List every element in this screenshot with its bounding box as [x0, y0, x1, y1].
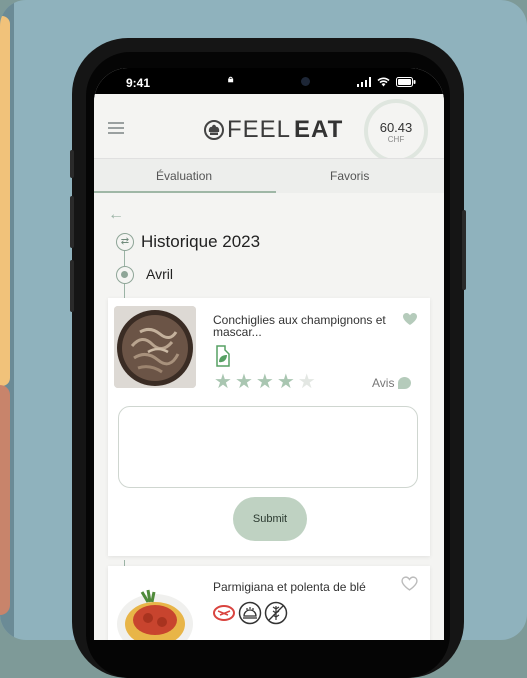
left-edge-yellow	[0, 16, 10, 386]
phone-side-button	[70, 150, 74, 178]
heart-outline-icon[interactable]	[401, 576, 418, 591]
vegetarian-icon	[216, 345, 230, 367]
logo-text-bold: EAT	[294, 116, 344, 143]
status-icons	[357, 77, 416, 87]
back-arrow-icon[interactable]: ←	[108, 206, 124, 224]
star-4-icon[interactable]: ★	[277, 369, 295, 394]
app-header: FEEL EAT 60.43 CHF	[94, 94, 444, 163]
camera-icon	[301, 77, 310, 86]
month-title: Avril	[146, 266, 173, 282]
meat-icon	[213, 605, 235, 621]
battery-icon	[396, 77, 416, 87]
menu-icon[interactable]	[108, 122, 124, 134]
review-label: Avis	[372, 376, 395, 390]
lock-icon: 🔒︎	[228, 74, 234, 85]
dish-name: Conchiglies aux champignons et mascar...	[213, 313, 386, 339]
balance-badge[interactable]: 60.43 CHF	[364, 99, 428, 163]
phone-volume-up	[70, 196, 74, 248]
chef-hat-icon	[204, 120, 224, 140]
star-3-icon[interactable]: ★	[256, 369, 274, 394]
month-dot-icon	[116, 266, 134, 284]
diet-badges	[212, 601, 288, 625]
dish-image	[114, 574, 196, 640]
heart-icon[interactable]	[402, 312, 418, 326]
tab-favoris[interactable]: Favoris	[330, 169, 369, 183]
left-edge-photo	[0, 385, 10, 615]
star-1-icon[interactable]: ★	[214, 369, 232, 394]
meal-card: Conchiglies aux champignons et mascar...…	[108, 298, 430, 556]
status-time: 9:41	[126, 76, 151, 90]
balance-currency: CHF	[387, 135, 405, 144]
logo-text-light: FEEL	[227, 116, 292, 143]
wifi-icon	[377, 77, 390, 87]
phone-power-button	[462, 210, 466, 290]
dish-image	[114, 306, 196, 388]
app-logo: FEEL EAT	[204, 116, 343, 144]
star-2-icon[interactable]: ★	[235, 369, 253, 394]
tab-evaluation[interactable]: Évaluation	[156, 169, 212, 183]
tab-bar: Évaluation Favoris	[94, 158, 444, 193]
signal-icon	[357, 77, 371, 87]
submit-button[interactable]: Submit	[233, 497, 307, 541]
phone-volume-down	[70, 260, 74, 312]
star-5-icon[interactable]: ★	[298, 369, 316, 394]
phone-screen: 9:41 🔒︎ FEEL EAT 60.43 CHF Évaluation Fav…	[94, 68, 444, 640]
review-link[interactable]: Avis	[372, 376, 412, 390]
comment-input[interactable]	[118, 406, 418, 488]
status-bar: 9:41 🔒︎	[94, 68, 444, 94]
meal-card: Parmigiana et polenta de blé	[108, 566, 430, 640]
rating-stars[interactable]: ★ ★ ★ ★ ★	[214, 369, 316, 394]
history-swap-icon: ⇄	[116, 233, 134, 251]
balance-value: 60.43	[379, 120, 413, 135]
speech-bubble-icon	[398, 377, 412, 389]
dish-cover-icon	[238, 601, 262, 625]
active-tab-indicator	[94, 191, 276, 193]
dish-name: Parmigiana et polenta de blé	[213, 580, 366, 594]
history-title: Historique 2023	[141, 232, 261, 251]
gluten-free-icon	[264, 601, 288, 625]
